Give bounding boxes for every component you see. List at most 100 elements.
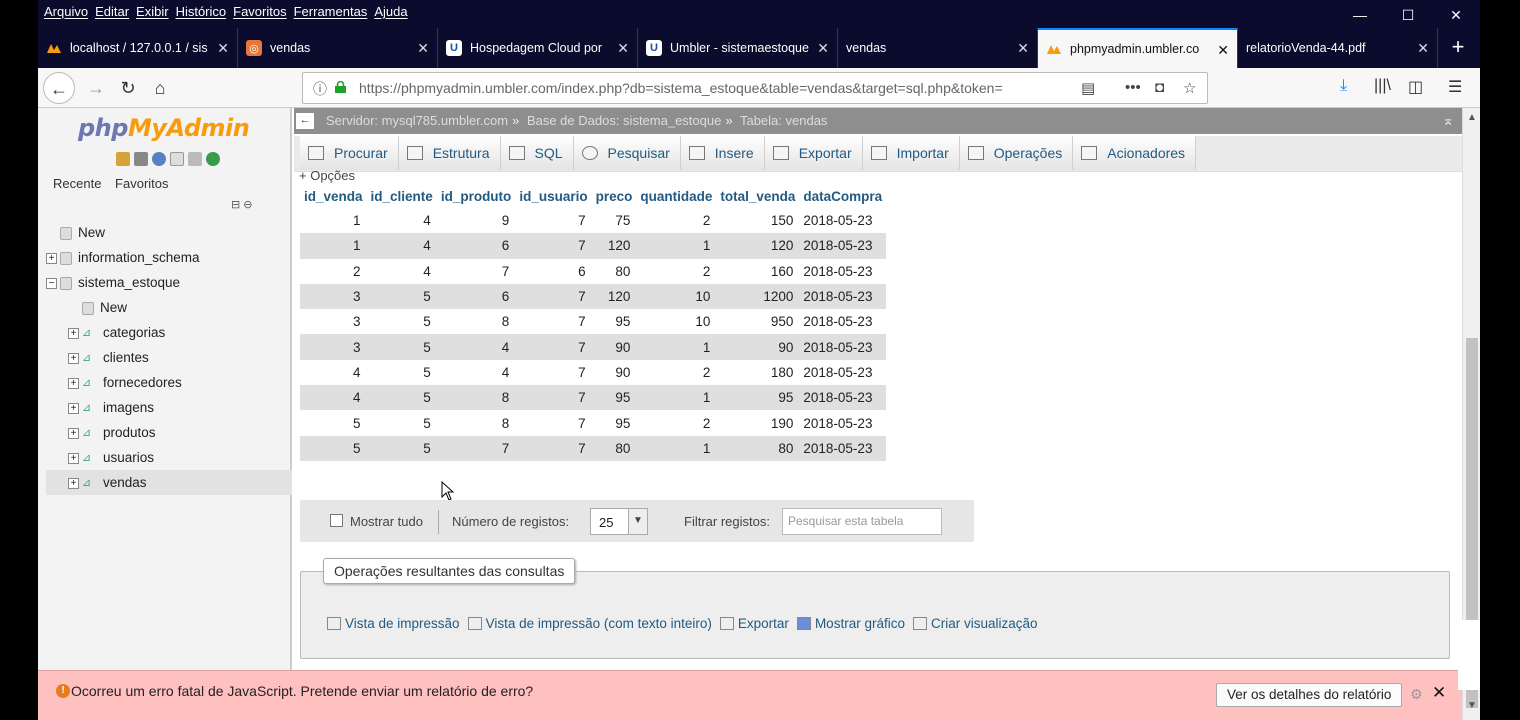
close-icon[interactable]: ✕ xyxy=(217,40,229,57)
table-cell[interactable]: 4 xyxy=(300,385,367,411)
table-cell[interactable]: 7 xyxy=(436,258,516,284)
table-cell[interactable]: 1 xyxy=(300,233,367,259)
url-text[interactable]: https://phpmyadmin.umbler.com/index.php?… xyxy=(359,80,1059,96)
gear-icon[interactable]: ⚙ xyxy=(1410,686,1423,703)
tab-sql[interactable]: SQL xyxy=(500,136,574,170)
breadcrumb-server[interactable]: Servidor: mysql785.umbler.com xyxy=(326,113,508,128)
table-cell[interactable]: 8 xyxy=(436,309,516,335)
expand-icon[interactable]: ⌅ xyxy=(1442,112,1454,129)
table-row[interactable]: 3 5 8 7 95 10 950 2018-05-23 xyxy=(300,309,887,335)
table-cell[interactable]: 2 xyxy=(636,208,717,234)
tab-vendas[interactable]: ◎ vendas ✕ xyxy=(238,28,438,68)
menu-ferramentas[interactable]: Ferramentas xyxy=(294,4,368,19)
home-icon[interactable] xyxy=(116,152,130,166)
table-cell[interactable]: 7 xyxy=(436,435,516,461)
table-cell[interactable]: 80 xyxy=(591,435,637,461)
logout-icon[interactable] xyxy=(134,152,148,166)
table-cell[interactable]: 7 xyxy=(515,208,592,234)
table-cell[interactable]: 7 xyxy=(515,385,592,411)
table-cell[interactable]: 2018-05-23 xyxy=(799,435,887,461)
table-cell[interactable]: 4 xyxy=(436,334,516,360)
tab-insere[interactable]: Insere xyxy=(680,136,765,170)
scroll-down-icon[interactable]: ▼ xyxy=(1467,700,1477,711)
table-cell[interactable]: 5 xyxy=(366,334,437,360)
tab-procurar[interactable]: Procurar xyxy=(300,136,399,170)
print-view-link[interactable]: Vista de impressão xyxy=(327,616,460,631)
library-icon[interactable]: |||\ xyxy=(1374,77,1391,95)
table-cell[interactable]: 6 xyxy=(436,233,516,259)
table-cell[interactable]: 7 xyxy=(515,283,592,310)
table-cell[interactable]: 190 xyxy=(716,410,800,436)
more-actions-icon[interactable]: ••• xyxy=(1125,79,1141,96)
menu-arquivo[interactable]: Arquivo xyxy=(44,4,88,19)
column-header-preco[interactable]: preco xyxy=(592,184,637,208)
table-cell[interactable]: 95 xyxy=(591,309,637,335)
table-cell[interactable]: 4 xyxy=(366,233,437,259)
column-header-id-usuario[interactable]: id_usuario xyxy=(515,184,591,208)
close-icon[interactable]: ✕ xyxy=(617,40,629,57)
table-cell[interactable]: 2018-05-23 xyxy=(799,208,887,234)
table-cell[interactable]: 120 xyxy=(591,283,637,310)
collapse-icon[interactable]: − xyxy=(46,277,57,289)
tab-favoritos[interactable]: Favoritos xyxy=(115,176,168,191)
settings-icon[interactable] xyxy=(188,152,202,166)
back-button[interactable]: ← xyxy=(43,72,75,104)
column-header-id-produto[interactable]: id_produto xyxy=(437,184,516,208)
table-cell[interactable]: 2 xyxy=(636,359,717,386)
menu-favoritos[interactable]: Favoritos xyxy=(233,4,286,19)
table-cell[interactable]: 2 xyxy=(636,410,717,436)
table-cell[interactable]: 1 xyxy=(636,233,717,259)
export-link[interactable]: Exportar xyxy=(719,616,789,631)
refresh-icon[interactable] xyxy=(206,152,220,166)
table-row[interactable]: 4 5 4 7 90 2 180 2018-05-23 xyxy=(300,359,887,386)
menu-editar[interactable]: Editar xyxy=(95,4,129,19)
close-icon[interactable]: ✕ xyxy=(817,40,829,57)
print-view-full-link[interactable]: Vista de impressão (com texto inteiro) xyxy=(467,616,712,631)
table-cell[interactable]: 9 xyxy=(436,208,516,234)
table-cell[interactable]: 95 xyxy=(591,385,637,411)
expand-icon[interactable]: + xyxy=(68,352,79,364)
tree-item-categorias[interactable]: + ⊿ categorias xyxy=(46,320,292,345)
expand-icon[interactable]: + xyxy=(68,327,79,339)
table-cell[interactable]: 2018-05-23 xyxy=(799,233,887,259)
table-cell[interactable]: 7 xyxy=(515,435,592,461)
table-cell[interactable]: 6 xyxy=(436,283,516,310)
table-cell[interactable]: 4 xyxy=(436,359,516,386)
tree-item-vendas[interactable]: + ⊿ vendas xyxy=(46,470,292,495)
table-cell[interactable]: 5 xyxy=(300,435,367,461)
tab-vendas-2[interactable]: vendas ✕ xyxy=(838,28,1038,68)
table-cell[interactable]: 120 xyxy=(591,233,637,259)
table-cell[interactable]: 6 xyxy=(515,258,592,284)
tab-operacoes[interactable]: Operações xyxy=(959,136,1074,170)
breadcrumb-database[interactable]: Base de Dados: sistema_estoque xyxy=(527,113,721,128)
table-cell[interactable]: 3 xyxy=(300,309,367,335)
tab-importar[interactable]: Importar xyxy=(862,136,960,170)
reader-view-icon[interactable]: ▤ xyxy=(1081,79,1095,97)
help-icon[interactable] xyxy=(152,152,166,166)
table-cell[interactable]: 3 xyxy=(300,334,367,360)
tree-item-sistema-estoque[interactable]: − sistema_estoque xyxy=(46,270,292,295)
table-cell[interactable]: 2018-05-23 xyxy=(799,385,887,411)
table-cell[interactable]: 150 xyxy=(716,208,800,234)
table-cell[interactable]: 5 xyxy=(366,359,437,386)
download-icon[interactable]: ⤓ xyxy=(1340,77,1347,95)
table-cell[interactable]: 160 xyxy=(716,258,800,284)
column-header-total-venda[interactable]: total_venda xyxy=(716,184,799,208)
tab-pesquisar[interactable]: Pesquisar xyxy=(573,136,681,170)
breadcrumb-table[interactable]: Tabela: vendas xyxy=(740,113,827,128)
column-header-datacompra[interactable]: dataCompra xyxy=(799,184,886,208)
table-cell[interactable]: 7 xyxy=(515,233,592,259)
minimize-button[interactable]: — xyxy=(1336,0,1384,28)
tab-recente[interactable]: Recente xyxy=(53,176,101,191)
table-cell[interactable]: 5 xyxy=(366,283,437,310)
table-cell[interactable]: 90 xyxy=(591,334,637,360)
table-cell[interactable]: 2 xyxy=(300,258,367,284)
table-cell[interactable]: 4 xyxy=(366,208,437,234)
table-cell[interactable]: 90 xyxy=(591,359,637,386)
tree-item-clientes[interactable]: + ⊿ clientes xyxy=(46,345,292,370)
tree-item-information-schema[interactable]: + information_schema xyxy=(46,245,292,270)
table-cell[interactable]: 120 xyxy=(716,233,800,259)
table-cell[interactable]: 5 xyxy=(366,410,437,436)
tab-estrutura[interactable]: Estrutura xyxy=(398,136,501,170)
table-cell[interactable]: 2 xyxy=(636,258,717,284)
